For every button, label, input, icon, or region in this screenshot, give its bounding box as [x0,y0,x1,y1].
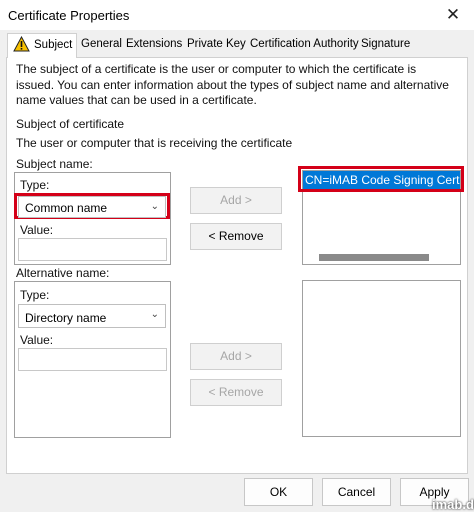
tab-subject[interactable]: Subject [7,33,77,58]
alternative-type-value: Directory name [25,311,107,325]
tab-subject-label: Subject [34,39,73,51]
subject-value-input[interactable] [18,238,167,261]
subject-type-select[interactable]: Common name ⌄ [18,196,166,218]
alternative-type-label: Type: [20,288,50,302]
subject-name-label: Subject name: [16,157,93,171]
window-title: Certificate Properties [8,8,130,23]
alternative-add-button[interactable]: Add > [190,343,282,370]
warning-icon [13,36,30,52]
chevron-down-icon: ⌄ [150,201,159,212]
subject-heading: Subject of certificate [16,117,125,131]
subject-type-label: Type: [20,178,50,192]
alternative-remove-button[interactable]: < Remove [190,379,282,406]
close-icon[interactable]: ✕ [436,2,470,28]
ok-button[interactable]: OK [244,478,313,506]
subject-value-label: Value: [20,223,54,237]
tab-extensions[interactable]: Extensions [126,38,182,50]
subject-description: The user or computer that is receiving t… [16,136,293,150]
alternative-value-input[interactable] [18,348,167,371]
tab-signature[interactable]: Signature [361,38,410,50]
subject-type-value: Common name [25,201,108,215]
intro-text: The subject of a certificate is the user… [16,62,449,107]
chevron-down-icon: ⌄ [150,309,159,320]
subject-remove-button[interactable]: < Remove [190,223,282,250]
alternative-list[interactable] [302,280,461,437]
alternative-name-label: Alternative name: [16,266,110,280]
horizontal-scrollbar[interactable] [319,254,429,261]
tab-bar: Subject General Extensions Private Key C… [0,30,474,58]
subject-add-button[interactable]: Add > [190,187,282,214]
cancel-button[interactable]: Cancel [322,478,391,506]
list-item-highlight [298,166,464,192]
tab-general[interactable]: General [81,38,122,50]
tab-certification-authority[interactable]: Certification Authority [250,38,359,50]
tab-private-key[interactable]: Private Key [187,38,246,50]
alternative-value-label: Value: [20,333,54,347]
watermark: imab.dk [432,497,474,512]
alternative-type-select[interactable]: Directory name ⌄ [18,304,166,328]
